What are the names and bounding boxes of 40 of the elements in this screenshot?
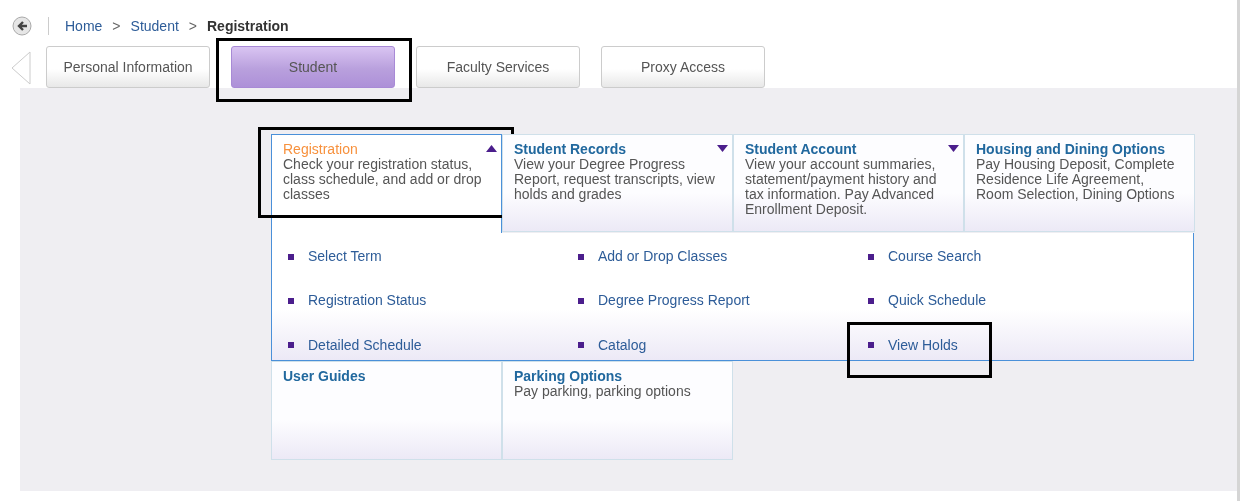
tile-description: View your account summaries, statement/payment history and tax information. Pay Advanced Enrollment Deposit. <box>745 157 938 217</box>
bullet-icon <box>288 342 294 349</box>
collapse-arrow-icon[interactable] <box>486 145 497 152</box>
back-icon[interactable] <box>12 16 32 36</box>
menu-link[interactable]: Add or Drop Classes <box>598 246 728 267</box>
bullet-icon <box>868 342 874 349</box>
bullet-icon <box>868 297 874 304</box>
menu-link[interactable]: View Holds <box>888 334 958 356</box>
menu-link[interactable]: Catalog <box>598 334 647 356</box>
menu-link[interactable]: Quick Schedule <box>888 290 987 312</box>
menu-link[interactable]: Degree Progress Report <box>598 290 750 312</box>
bullet-icon <box>868 253 874 260</box>
tile-description: View your Degree Progress Report, request transcripts, view holds and grades <box>514 157 716 202</box>
menu-link[interactable]: Registration Status <box>308 290 427 312</box>
tab[interactable]: Personal Information <box>46 46 210 88</box>
bullet-icon <box>288 253 294 260</box>
breadcrumb-separator: > <box>112 16 121 36</box>
bullet-icon <box>578 297 584 304</box>
tile-title[interactable]: User Guides <box>283 369 490 384</box>
tile-description: Pay parking, parking options <box>514 384 692 399</box>
tile-title[interactable]: Parking Options <box>514 369 721 384</box>
tile-title[interactable]: Student Records <box>514 142 721 157</box>
breadcrumb-link[interactable]: Student <box>130 15 179 37</box>
tab[interactable]: Proxy Access <box>601 46 765 88</box>
breadcrumb-current: Registration <box>207 16 289 36</box>
menu-link[interactable]: Detailed Schedule <box>308 334 422 356</box>
expand-arrow-icon[interactable] <box>948 145 959 152</box>
tile-description: Pay Housing Deposit, Complete Residence Life Agreement, Room Selection, Dining Options <box>976 157 1176 202</box>
expand-arrow-icon[interactable] <box>717 145 728 152</box>
breadcrumb-link[interactable]: Home <box>65 15 103 37</box>
menu-link[interactable]: Course Search <box>888 246 982 267</box>
tile-description: Check your registration status, class schedule, and add or drop classes <box>283 157 483 202</box>
bullet-icon <box>288 297 294 304</box>
breadcrumb-separator: > <box>188 16 197 36</box>
menu-link[interactable]: Select Term <box>308 246 382 267</box>
tile-title[interactable]: Housing and Dining Options <box>976 142 1183 157</box>
tab[interactable]: Faculty Services <box>416 46 580 88</box>
bullet-icon <box>578 253 584 260</box>
bullet-icon <box>578 342 584 349</box>
tile-title[interactable]: Student Account <box>745 142 952 157</box>
